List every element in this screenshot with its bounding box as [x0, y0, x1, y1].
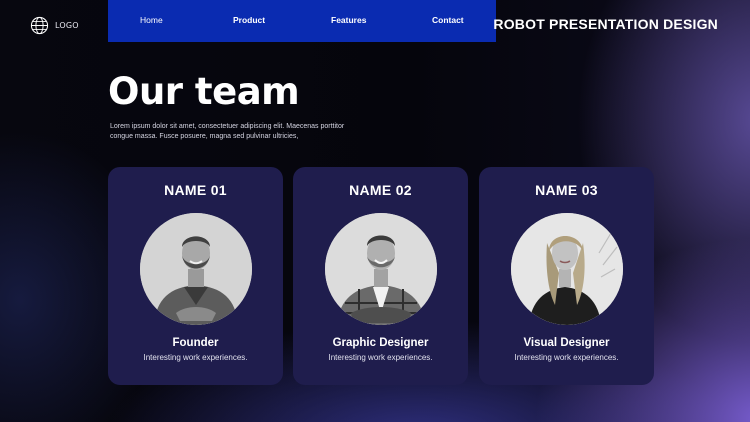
nav-item-contact[interactable]: Contact	[432, 15, 464, 25]
member-role: Graphic Designer	[332, 337, 429, 349]
nav-item-product[interactable]: Product	[233, 15, 265, 25]
team-card-1: NAME 01 Founder Interesting work experie…	[108, 167, 283, 385]
page-description: Lorem ipsum dolor sit amet, consectetuer…	[110, 123, 345, 140]
top-nav: Home Product Features Contact	[108, 0, 496, 42]
member-name: NAME 02	[349, 182, 412, 198]
team-card-3: NAME 03 Visual Designer Interesting work…	[479, 167, 654, 385]
member-subtitle: Interesting work experiences.	[328, 353, 433, 362]
globe-icon	[30, 16, 49, 35]
logo[interactable]: LOGO	[30, 16, 79, 35]
member-subtitle: Interesting work experiences.	[514, 353, 619, 362]
member-role: Founder	[172, 337, 219, 349]
page-title: Our team	[108, 70, 300, 113]
member-name: NAME 01	[164, 182, 227, 198]
nav-item-features[interactable]: Features	[331, 15, 366, 25]
logo-label: LOGO	[55, 21, 79, 30]
member-subtitle: Interesting work experiences.	[143, 353, 248, 362]
member-photo	[325, 213, 437, 325]
member-photo	[140, 213, 252, 325]
presentation-title: ROBOT PRESENTATION DESIGN	[493, 16, 718, 32]
member-role: Visual Designer	[523, 337, 610, 349]
member-photo	[511, 213, 623, 325]
nav-item-home[interactable]: Home	[140, 15, 163, 25]
team-card-2: NAME 02 Graphic Designer Interesting wor…	[293, 167, 468, 385]
member-name: NAME 03	[535, 182, 598, 198]
